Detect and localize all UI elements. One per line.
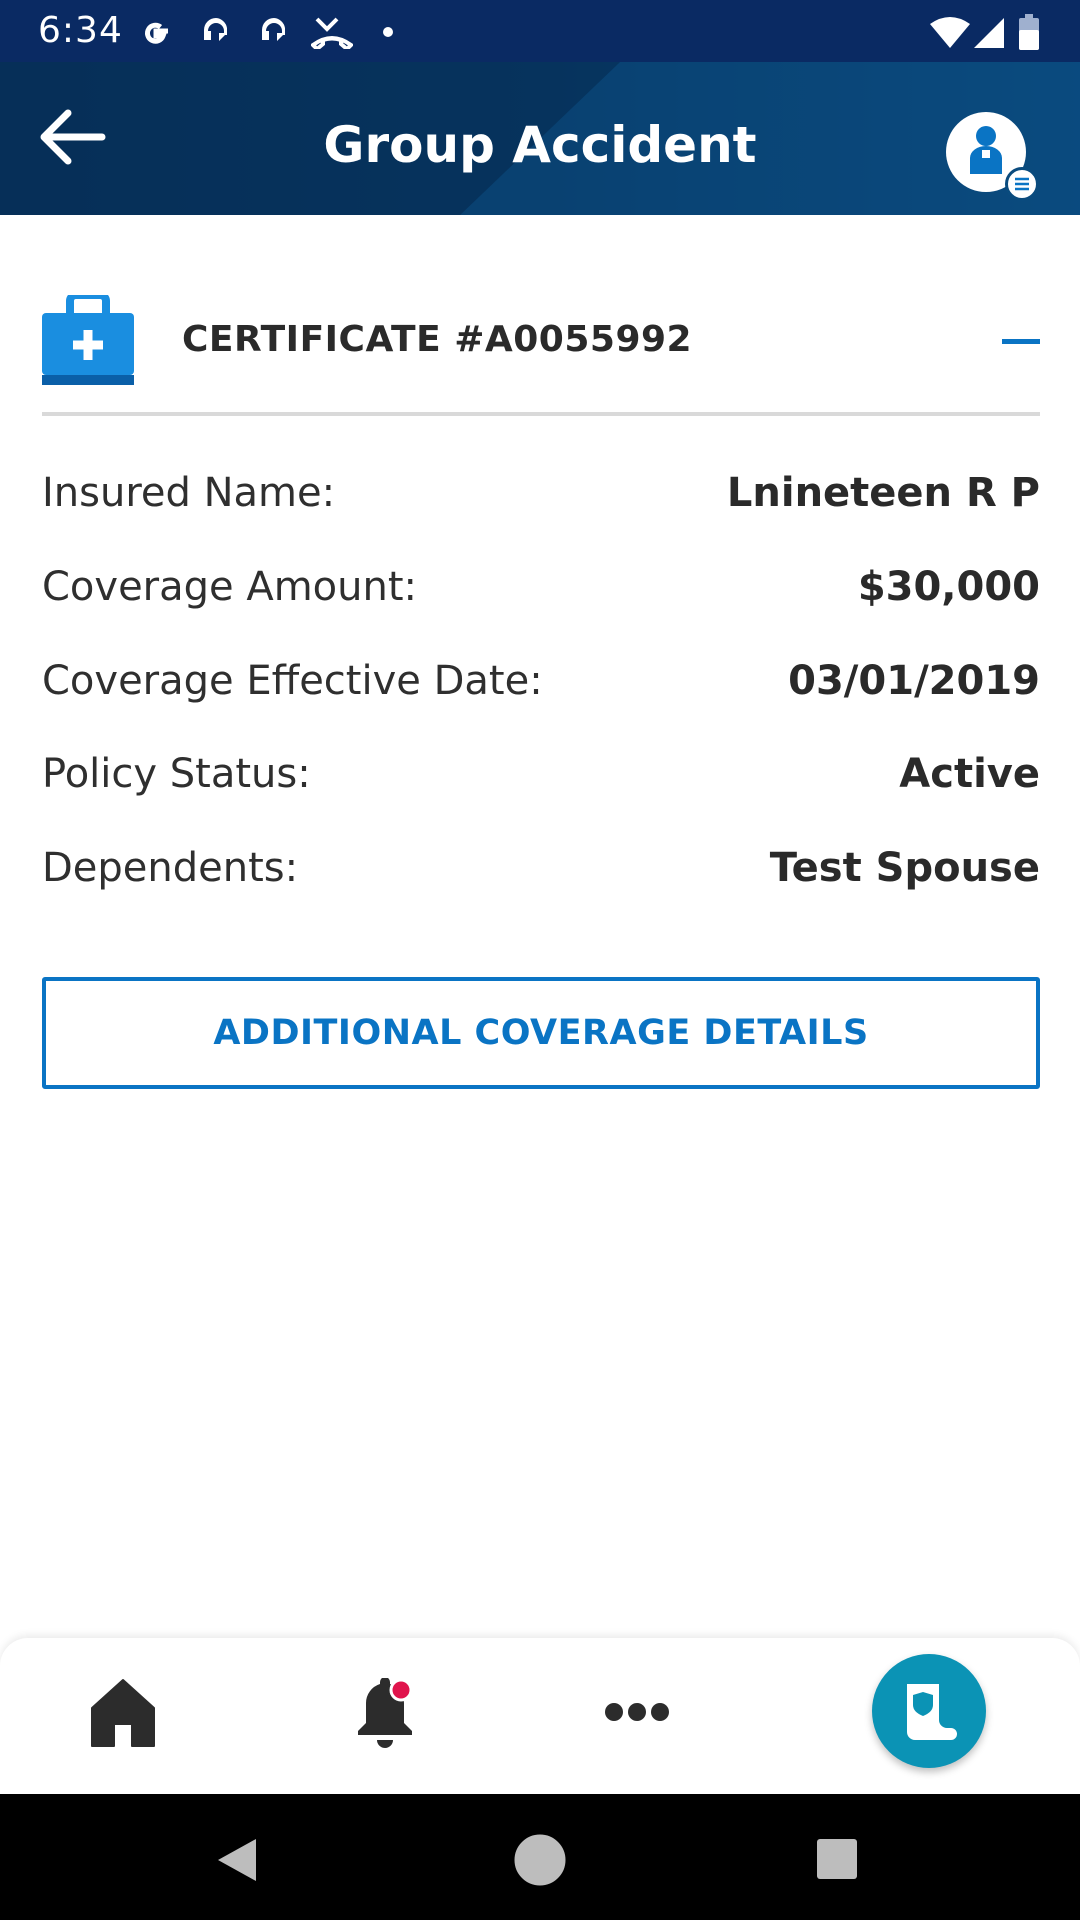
additional-coverage-button[interactable]: ADDITIONAL COVERAGE DETAILS <box>42 977 1040 1089</box>
app-bar: Group Accident <box>0 62 1080 215</box>
battery-icon <box>1016 14 1042 50</box>
detail-value: 03/01/2019 <box>788 658 1040 704</box>
detail-value: Active <box>899 751 1040 797</box>
signal-icon <box>972 14 1006 50</box>
nav-home[interactable] <box>90 1678 156 1752</box>
page-title: Group Accident <box>323 116 757 174</box>
detail-value: Lnineteen R P <box>726 470 1040 516</box>
system-nav-bar <box>0 1794 1080 1920</box>
detail-row-dependents: Dependents: Test Spouse <box>42 845 1040 905</box>
more-icon <box>605 1703 669 1721</box>
bell-icon <box>358 1677 413 1748</box>
home-icon <box>91 1679 155 1747</box>
google-icon <box>136 14 176 50</box>
menu-badge <box>1005 167 1039 201</box>
detail-value: $30,000 <box>857 564 1040 610</box>
detail-row-effective-date: Coverage Effective Date: 03/01/2019 <box>42 658 1040 718</box>
status-bar: 6:34 <box>0 0 1080 62</box>
nav-notifications[interactable] <box>350 1677 420 1754</box>
detail-value: Test Spouse <box>769 845 1040 891</box>
home-circle-icon[interactable] <box>514 1834 566 1886</box>
detail-label: Insured Name: <box>42 470 336 516</box>
divider <box>42 412 1040 416</box>
certificate-title: CERTIFICATE #A0055992 <box>182 319 693 360</box>
notification-dot <box>389 1678 413 1702</box>
detail-label: Dependents: <box>42 845 299 891</box>
detail-label: Coverage Amount: <box>42 564 418 610</box>
status-time: 6:34 <box>38 10 123 51</box>
detail-label: Policy Status: <box>42 751 311 797</box>
headset-icon <box>198 14 234 50</box>
policy-fab-button[interactable] <box>872 1654 986 1768</box>
headset-icon <box>256 14 292 50</box>
back-triangle-icon[interactable] <box>216 1837 258 1883</box>
bottom-nav <box>0 1638 1080 1794</box>
medical-kit-icon <box>42 291 134 385</box>
dot-icon <box>380 14 396 50</box>
nav-more[interactable] <box>604 1700 670 1728</box>
missed-call-icon <box>310 14 354 50</box>
detail-label: Coverage Effective Date: <box>42 658 543 704</box>
wifi-icon <box>928 14 972 50</box>
policy-icon <box>907 1684 957 1740</box>
detail-row-policy-status: Policy Status: Active <box>42 751 1040 811</box>
recents-square-icon[interactable] <box>816 1838 858 1880</box>
list-icon <box>1015 177 1029 191</box>
minus-icon[interactable] <box>1002 339 1040 344</box>
detail-row-insured-name: Insured Name: Lnineteen R P <box>42 470 1040 530</box>
detail-row-coverage-amount: Coverage Amount: $30,000 <box>42 564 1040 624</box>
certificate-header[interactable]: CERTIFICATE #A0055992 <box>42 291 1040 415</box>
